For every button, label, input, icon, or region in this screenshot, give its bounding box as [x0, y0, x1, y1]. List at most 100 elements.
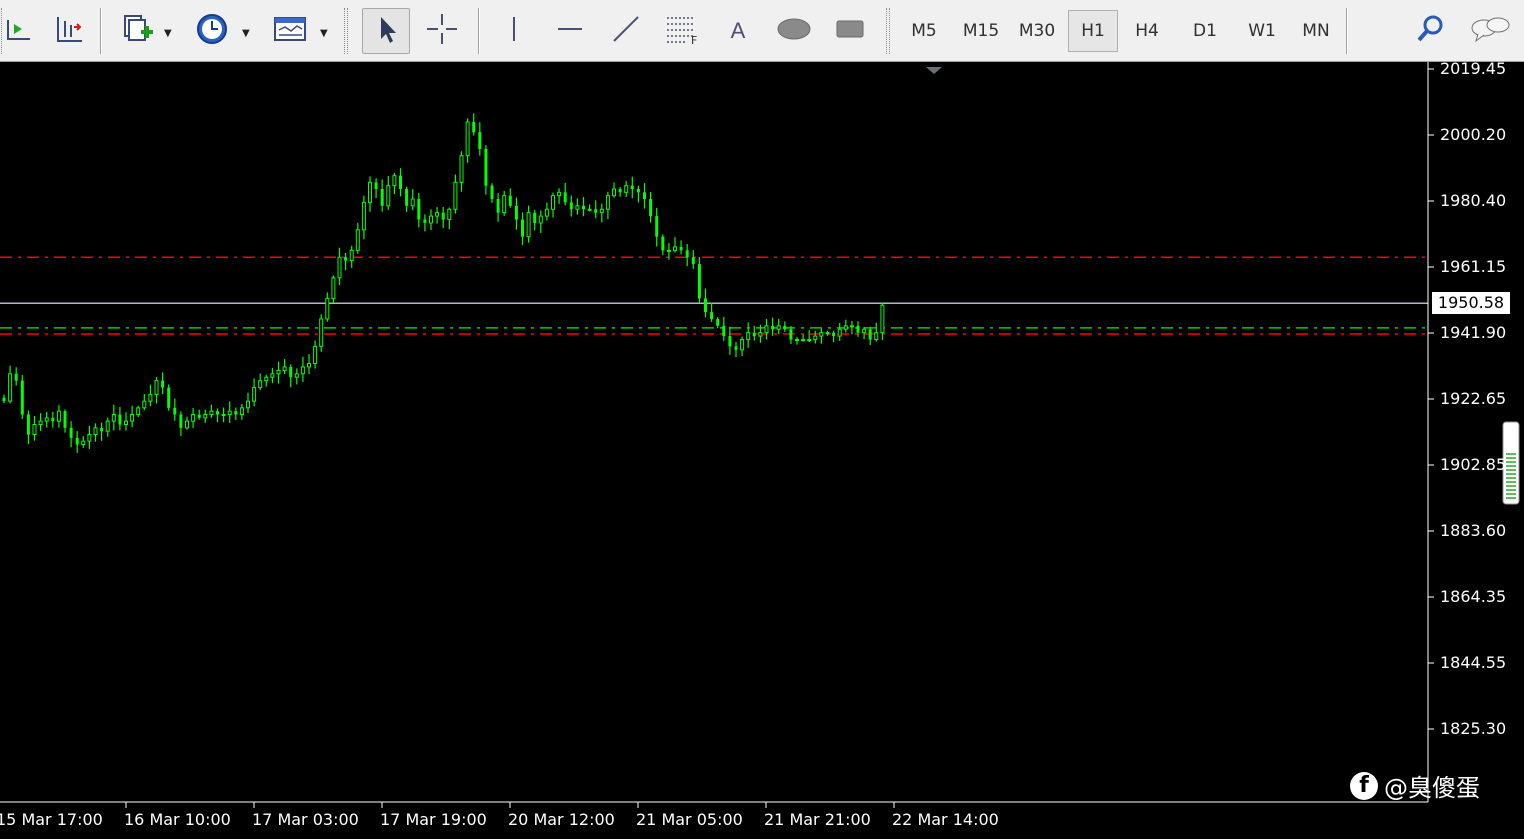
candle-body — [673, 246, 677, 251]
candle-body — [209, 410, 214, 415]
candle-body — [307, 363, 311, 368]
candle-body — [843, 325, 848, 330]
candle-body — [331, 277, 336, 299]
candle-body — [386, 185, 391, 207]
candle-body — [239, 407, 244, 416]
candle-body — [478, 132, 482, 149]
candle-body — [618, 189, 622, 193]
candle-body — [203, 414, 208, 419]
candle-body — [594, 209, 598, 213]
timeframe-m5-button[interactable]: M5 — [898, 10, 950, 52]
history-center-button[interactable] — [188, 8, 236, 54]
vertical-line-button[interactable] — [490, 8, 538, 54]
price-tick-label: 1961.15 — [1440, 257, 1507, 276]
candle-body — [252, 387, 257, 402]
chart-shift-button[interactable] — [0, 8, 38, 54]
candle-body — [435, 212, 440, 217]
candle-body — [75, 437, 79, 445]
fibonacci-button[interactable]: F — [658, 8, 706, 54]
candle-body — [849, 325, 854, 328]
candle-body — [26, 414, 30, 435]
candle-body — [185, 420, 189, 429]
toolbar-grip[interactable] — [886, 8, 890, 54]
price-tick-label: 1825.30 — [1440, 719, 1507, 738]
rectangle-button[interactable] — [826, 8, 874, 54]
timeframe-w1-button[interactable]: W1 — [1236, 10, 1288, 52]
candle-body — [551, 195, 555, 210]
new-chart-button[interactable] — [112, 8, 160, 54]
candle-body — [111, 414, 116, 422]
autoscroll-button[interactable] — [44, 8, 92, 54]
candle-body — [270, 373, 275, 378]
search-button[interactable] — [1406, 8, 1454, 54]
timeframe-m30-button[interactable]: M30 — [1012, 10, 1062, 52]
timeframe-h1-button[interactable]: H1 — [1068, 10, 1118, 52]
candle-body — [167, 387, 171, 408]
candle-body — [710, 312, 714, 319]
crosshair-icon — [425, 12, 459, 50]
candle-body — [801, 339, 806, 342]
chart-area[interactable]: 2019.45 2000.20 1980.40 1961.15 1941.90 1922.… — [0, 59, 1524, 839]
candle-body — [582, 205, 585, 210]
candle-body — [294, 373, 299, 378]
candle-body — [154, 380, 159, 395]
candle-body — [533, 212, 537, 223]
chevron-down-icon[interactable]: ▼ — [164, 28, 172, 39]
candle-body — [544, 208, 549, 217]
watermark-text: @臭傻蛋 — [1384, 774, 1480, 802]
chart-shift-marker[interactable] — [926, 67, 942, 74]
candle-body — [14, 373, 18, 381]
candle-body — [605, 195, 610, 210]
crosshair-button[interactable] — [418, 8, 466, 54]
candle-body — [8, 373, 13, 402]
chevron-down-icon[interactable]: ▼ — [320, 28, 328, 39]
horizontal-line-button[interactable] — [546, 8, 594, 54]
chevron-down-icon[interactable]: ▼ — [242, 28, 250, 39]
ellipse-button[interactable] — [770, 8, 818, 54]
timeframe-m15-button[interactable]: M15 — [954, 10, 1008, 52]
candle-body — [447, 208, 452, 221]
timeframe-mn-button[interactable]: MN — [1290, 10, 1342, 52]
candle-body — [538, 215, 543, 224]
timeframe-d1-button[interactable]: D1 — [1180, 10, 1230, 52]
chat-button[interactable] — [1466, 8, 1514, 54]
candle-body — [807, 339, 812, 342]
candle-body — [161, 380, 165, 388]
toolbar-grip[interactable] — [344, 8, 348, 54]
chart-canvas[interactable] — [0, 62, 1524, 839]
candle-body — [825, 332, 830, 335]
cursor-button[interactable] — [362, 8, 410, 54]
search-icon — [1415, 14, 1445, 48]
price-tick-label: 1941.90 — [1440, 323, 1507, 342]
candle-body — [173, 407, 177, 415]
candle-body — [234, 411, 238, 415]
candle-body — [795, 339, 799, 342]
candle-body — [740, 339, 745, 351]
candle-body — [691, 257, 695, 265]
candle-body — [130, 414, 135, 422]
trendline-button[interactable] — [602, 8, 650, 54]
candle-body — [337, 256, 342, 279]
timeframe-h4-button[interactable]: H4 — [1122, 10, 1172, 52]
candle-body — [2, 397, 6, 402]
trendline-icon — [611, 14, 641, 48]
candle-body — [856, 325, 860, 333]
candle-body — [399, 175, 402, 189]
templates-button[interactable] — [266, 8, 314, 54]
time-tick-label: 20 Mar 12:00 — [508, 810, 615, 829]
candle-body — [300, 366, 305, 375]
candle-body — [100, 427, 104, 432]
candle-body — [472, 121, 476, 133]
time-tick-label: 15 Mar 17:00 — [0, 810, 103, 829]
candle-body — [776, 325, 781, 330]
candle-body — [502, 195, 507, 214]
candle-body — [643, 192, 646, 199]
price-tick-label: 1844.55 — [1440, 653, 1507, 672]
ellipse-icon — [776, 16, 812, 46]
candle-body — [87, 434, 92, 442]
candle-body — [758, 332, 763, 337]
facebook-logo: f — [1350, 771, 1378, 800]
text-tool-button[interactable]: A — [714, 8, 762, 54]
candle-body — [221, 414, 226, 416]
candle-body — [783, 325, 787, 330]
